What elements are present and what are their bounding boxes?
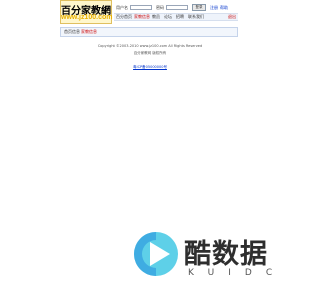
site-logo[interactable]: 百分家教網 www.jz100.com [60,0,112,24]
main-nav: 百分首页 家教信息 教员 论坛 招聘 联系我们 退出 [114,13,238,21]
copyright-text: Copyright ©2003-2010 www.jz100.com All R… [97,44,203,48]
watermark-subtitle: KUIDC [188,268,287,278]
username-input[interactable] [130,5,152,10]
nav-item-jobs[interactable]: 招聘 [176,14,184,20]
login-button[interactable]: 登录 [192,4,206,11]
login-bar: 用户名 密码 登录 注册 帮助 [114,3,238,12]
tab-home-info[interactable]: 首页信息 [64,28,80,36]
password-label: 密码 [156,5,164,10]
nav-item-home[interactable]: 百分首页 [116,14,132,20]
password-input[interactable] [166,5,188,10]
nav-item-tutoring[interactable]: 家教信息 [134,14,150,20]
nav-item-contact[interactable]: 联系我们 [188,14,204,20]
nav-item-forum[interactable]: 论坛 [164,14,172,20]
watermark: 酷数据 KUIDC [132,230,292,290]
play-logo-icon [134,232,178,276]
site-name-text: 百分家教网 版权所有 [133,51,167,55]
username-label: 用户名 [116,5,128,10]
nav-item-teachers[interactable]: 教员 [152,14,160,20]
tab-tutoring-info[interactable]: 家教信息 [81,28,97,36]
nav-logout-link[interactable]: 退出 [228,14,236,20]
watermark-title: 酷数据 [184,239,268,270]
footer-link[interactable]: 粤ICP备05000000号 [60,65,240,70]
logo-domain-text: www.jz100.com [61,14,113,21]
help-link[interactable]: 帮助 [220,3,228,12]
tab-bar: 首页信息 家教信息 [60,27,238,37]
register-link[interactable]: 注册 [210,3,218,12]
